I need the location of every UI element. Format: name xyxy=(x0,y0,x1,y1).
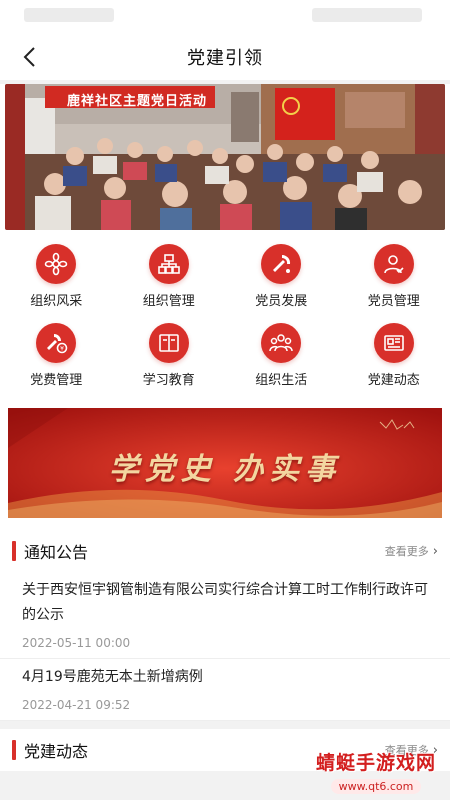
page-title: 党建引领 xyxy=(187,48,263,69)
grid-item-org-manage[interactable]: 组织管理 xyxy=(113,244,226,309)
notice-title: 关于西安恒宇钢管制造有限公司实行综合计算工时工作制行政许可的公示 xyxy=(22,582,428,623)
grid-item-study[interactable]: 学习教育 xyxy=(113,323,226,388)
grid-item-org-life[interactable]: 组织生活 xyxy=(225,323,338,388)
grid-label: 党员管理 xyxy=(367,294,420,309)
banner-caption: 鹿祥社区主题党日活动 xyxy=(67,94,208,109)
promo-banner[interactable]: 学党史 办实事 xyxy=(8,408,442,518)
book-icon xyxy=(148,323,189,363)
section-gap xyxy=(0,721,450,729)
notice-date: 2022-04-21 09:52 xyxy=(22,698,131,712)
watermark-text: 蜻蜓手游戏网 xyxy=(315,752,436,774)
grid-label: 组织生活 xyxy=(255,373,308,388)
grid-item-party-fee[interactable]: ¥ 党费管理 xyxy=(0,323,113,388)
grid-item-org-style[interactable]: 组织风采 xyxy=(0,244,113,309)
grid-item-member-develop[interactable]: 党员发展 xyxy=(225,244,338,309)
svg-text:¥: ¥ xyxy=(60,346,64,353)
nav-bar: 党建引领 xyxy=(0,34,450,80)
section-accent-bar xyxy=(12,740,16,760)
feature-grid: 组织风采 组织管理 党员发展 党员管理 ¥ 党费管理 学习教育 组织生活 党建动… xyxy=(0,230,450,394)
newspaper-icon xyxy=(373,323,414,363)
back-button[interactable] xyxy=(14,42,44,72)
main-content: 鹿祥社区主题党日活动 组织风采 组织管理 党员发展 党员管理 ¥ 党费管理 学习… xyxy=(0,84,450,771)
section-title-notices: 通知公告 xyxy=(24,543,89,562)
banner-photo[interactable]: 鹿祥社区主题党日活动 xyxy=(5,84,445,230)
grid-label: 党建动态 xyxy=(367,373,420,388)
section-title-dynamics: 党建动态 xyxy=(24,742,89,761)
section-accent-bar xyxy=(12,541,16,561)
status-right-blur xyxy=(312,8,422,22)
section-title-wrap: 党建动态 xyxy=(12,738,88,762)
list-item[interactable]: 4月19号鹿苑无本土新增病例 2022-04-21 09:52 xyxy=(0,659,450,721)
watermark: 蜻蜓手游戏网 www.qt6.com xyxy=(316,748,436,794)
grid-label: 学习教育 xyxy=(142,373,195,388)
promo-title: 学党史 办实事 xyxy=(108,452,342,487)
watermark-url: www.qt6.com xyxy=(330,779,422,794)
list-item[interactable]: 关于西安恒宇钢管制造有限公司实行综合计算工时工作制行政许可的公示 2022-05… xyxy=(0,572,450,659)
chevron-left-icon xyxy=(23,47,35,67)
party-emblem-icon xyxy=(261,244,302,284)
grid-label: 组织管理 xyxy=(142,294,195,309)
flower-icon xyxy=(36,244,77,284)
status-left-blur xyxy=(24,8,114,22)
more-label: 查看更多 xyxy=(384,545,429,558)
user-manage-icon xyxy=(373,244,414,284)
grid-label: 组织风采 xyxy=(30,294,83,309)
grid-label: 党员发展 xyxy=(255,294,308,309)
org-chart-icon xyxy=(148,244,189,284)
notice-date: 2022-05-11 00:00 xyxy=(22,636,131,650)
party-fee-icon: ¥ xyxy=(36,323,77,363)
grid-item-party-news[interactable]: 党建动态 xyxy=(338,323,450,388)
status-bar xyxy=(0,0,450,34)
grid-label: 党费管理 xyxy=(30,373,83,388)
notices-more-link[interactable]: 查看更多 › xyxy=(385,543,438,559)
notice-section-header: 通知公告 查看更多 › xyxy=(0,530,450,572)
chevron-right-icon: › xyxy=(432,543,438,559)
notice-title: 4月19号鹿苑无本土新增病例 xyxy=(22,669,203,685)
grid-item-member-manage[interactable]: 党员管理 xyxy=(338,244,450,309)
section-gap xyxy=(0,518,450,530)
group-icon xyxy=(261,323,302,363)
section-title-wrap: 通知公告 xyxy=(12,539,88,563)
